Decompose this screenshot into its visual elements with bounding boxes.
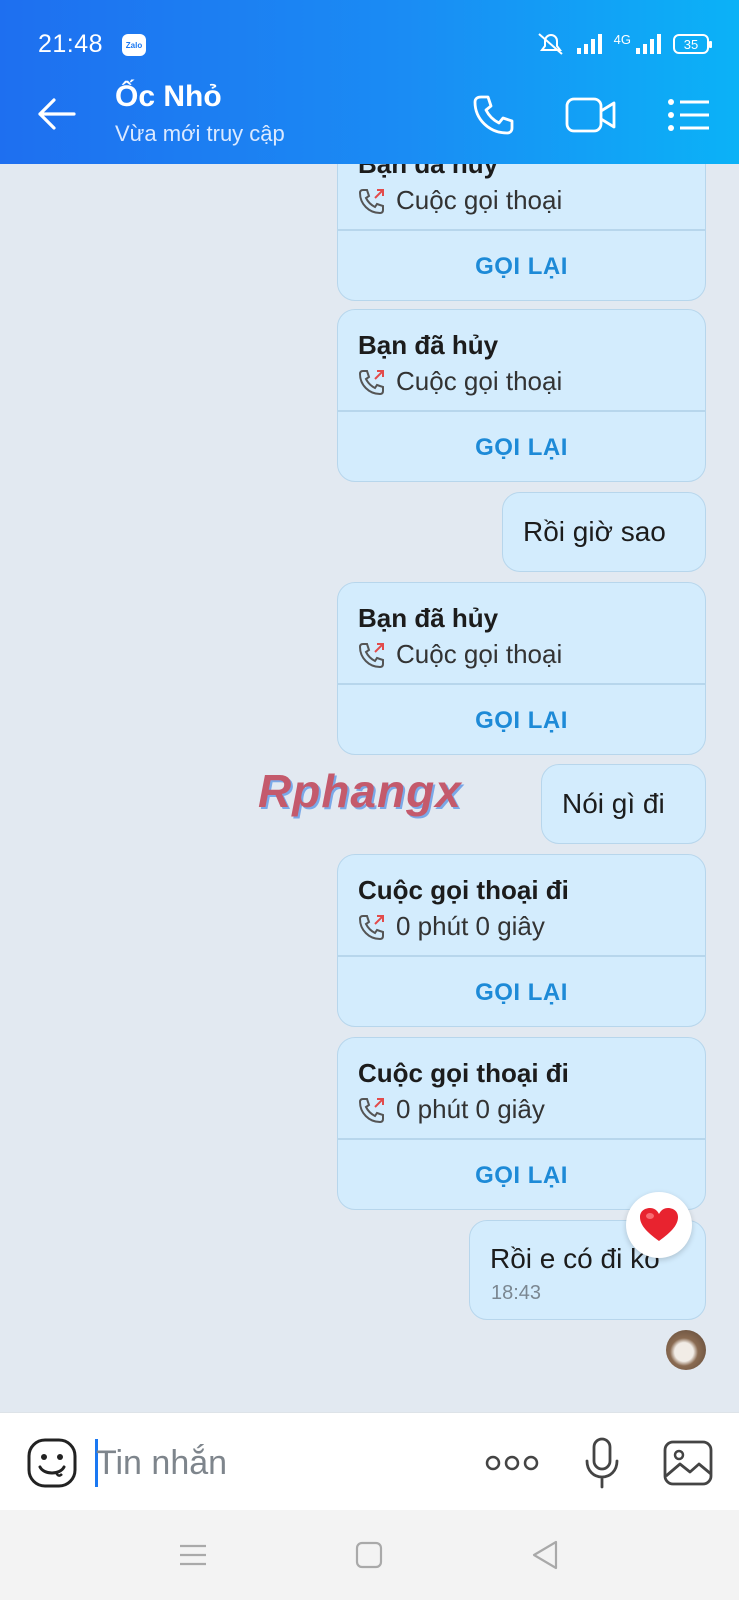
message-input-bar <box>0 1412 739 1510</box>
message-text: Rồi giờ sao <box>523 516 666 547</box>
outgoing-call-icon <box>358 642 384 668</box>
call-back-button[interactable]: GỌI LẠI <box>338 685 705 754</box>
chat-header: Ốc Nhỏ Vừa mới truy cập <box>0 66 739 164</box>
message-bubble[interactable]: Rồi giờ sao <box>502 492 706 572</box>
watermark: Rphangx <box>258 765 462 817</box>
back-arrow-icon <box>38 98 76 130</box>
call-title: Bạn đã hủy <box>358 330 499 360</box>
contact-status: Vừa mới truy cập <box>115 121 285 146</box>
signal-icon <box>576 34 602 54</box>
call-subtitle-text: Cuộc gọi thoại <box>396 185 563 215</box>
call-subtitle: 0 phút 0 giây <box>358 1094 545 1125</box>
battery-icon: 35 <box>673 34 712 54</box>
call-back-button[interactable]: GỌI LẠI <box>338 231 705 300</box>
call-message: Bạn đã hủy Cuộc gọi thoại GỌI LẠI <box>337 164 706 301</box>
status-icons: 4G 35 <box>536 31 712 56</box>
call-subtitle-text: 0 phút 0 giây <box>396 1094 545 1124</box>
outgoing-call-icon <box>358 914 384 940</box>
back-triangle-icon <box>532 1540 558 1570</box>
call-back-button[interactable]: GỌI LẠI <box>338 957 705 1026</box>
call-message: Cuộc gọi thoại đi 0 phút 0 giây GỌI LẠI <box>337 854 706 1027</box>
call-subtitle: 0 phút 0 giây <box>358 911 545 942</box>
message-time: 18:43 <box>491 1282 542 1304</box>
outgoing-call-icon <box>358 1097 384 1123</box>
signal-4g-icon <box>636 34 661 54</box>
call-message: Bạn đã hủy Cuộc gọi thoại GỌI LẠI <box>337 582 706 755</box>
voice-message-button[interactable] <box>574 1435 630 1491</box>
outgoing-call-icon <box>358 369 384 395</box>
message-input[interactable] <box>96 1435 436 1491</box>
mute-icon <box>538 33 563 55</box>
contact-name[interactable]: Ốc Nhỏ <box>115 80 222 114</box>
home-square-icon <box>355 1541 383 1569</box>
menu-icon <box>180 1544 206 1566</box>
zalo-notification-icon: Zalo <box>122 34 146 56</box>
status-bar: 21:48 Zalo 4G 35 <box>0 0 739 66</box>
call-title: Bạn đã hủy <box>358 603 499 633</box>
call-subtitle-text: 0 phút 0 giây <box>396 911 545 941</box>
home-button[interactable] <box>346 1532 392 1578</box>
call-message: Bạn đã hủy Cuộc gọi thoại GỌI LẠI <box>337 309 706 482</box>
chat-menu-button[interactable] <box>662 88 716 142</box>
menu-list-icon <box>668 99 709 131</box>
video-call-button[interactable] <box>564 88 618 142</box>
call-subtitle-text: Cuộc gọi thoại <box>396 639 563 669</box>
chat-messages[interactable]: Bạn đã hủy Cuộc gọi thoại GỌI LẠI Bạn đã… <box>0 164 739 1412</box>
call-title: Bạn đã hủy <box>358 164 499 179</box>
call-title: Cuộc gọi thoại đi <box>358 1058 569 1088</box>
network-type: 4G <box>613 31 631 47</box>
back-button[interactable] <box>30 88 82 140</box>
more-dots-icon <box>485 1455 539 1471</box>
call-title: Cuộc gọi thoại đi <box>358 875 569 905</box>
call-subtitle: Cuộc gọi thoại <box>358 639 562 670</box>
outgoing-call-icon <box>358 188 384 214</box>
call-subtitle: Cuộc gọi thoại <box>358 185 562 216</box>
microphone-icon <box>585 1437 619 1489</box>
system-back-button[interactable] <box>522 1532 568 1578</box>
heart-icon <box>640 1208 678 1241</box>
seen-avatar <box>666 1330 706 1370</box>
recent-apps-button[interactable] <box>170 1532 216 1578</box>
emoji-icon <box>27 1438 77 1488</box>
voice-call-button[interactable] <box>466 88 520 142</box>
sticker-button[interactable] <box>26 1437 78 1489</box>
call-back-button[interactable]: GỌI LẠI <box>338 412 705 481</box>
call-subtitle: Cuộc gọi thoại <box>358 366 562 397</box>
video-call-icon <box>565 97 616 133</box>
system-navigation-bar <box>0 1510 739 1600</box>
message-text: Nói gì đi <box>562 788 665 819</box>
call-subtitle-text: Cuộc gọi thoại <box>396 366 563 396</box>
top-bar: 21:48 Zalo 4G 35 Ốc Nhỏ Vừa mới truy cập <box>0 0 739 164</box>
image-picker-button[interactable] <box>660 1435 716 1491</box>
more-options-button[interactable] <box>484 1435 540 1491</box>
phone-icon <box>473 95 514 135</box>
image-icon <box>663 1440 713 1486</box>
call-message: Cuộc gọi thoại đi 0 phút 0 giây GỌI LẠI <box>337 1037 706 1210</box>
status-time: 21:48 <box>38 30 104 58</box>
message-bubble[interactable]: Nói gì đi <box>541 764 706 844</box>
heart-reaction[interactable] <box>626 1192 692 1258</box>
